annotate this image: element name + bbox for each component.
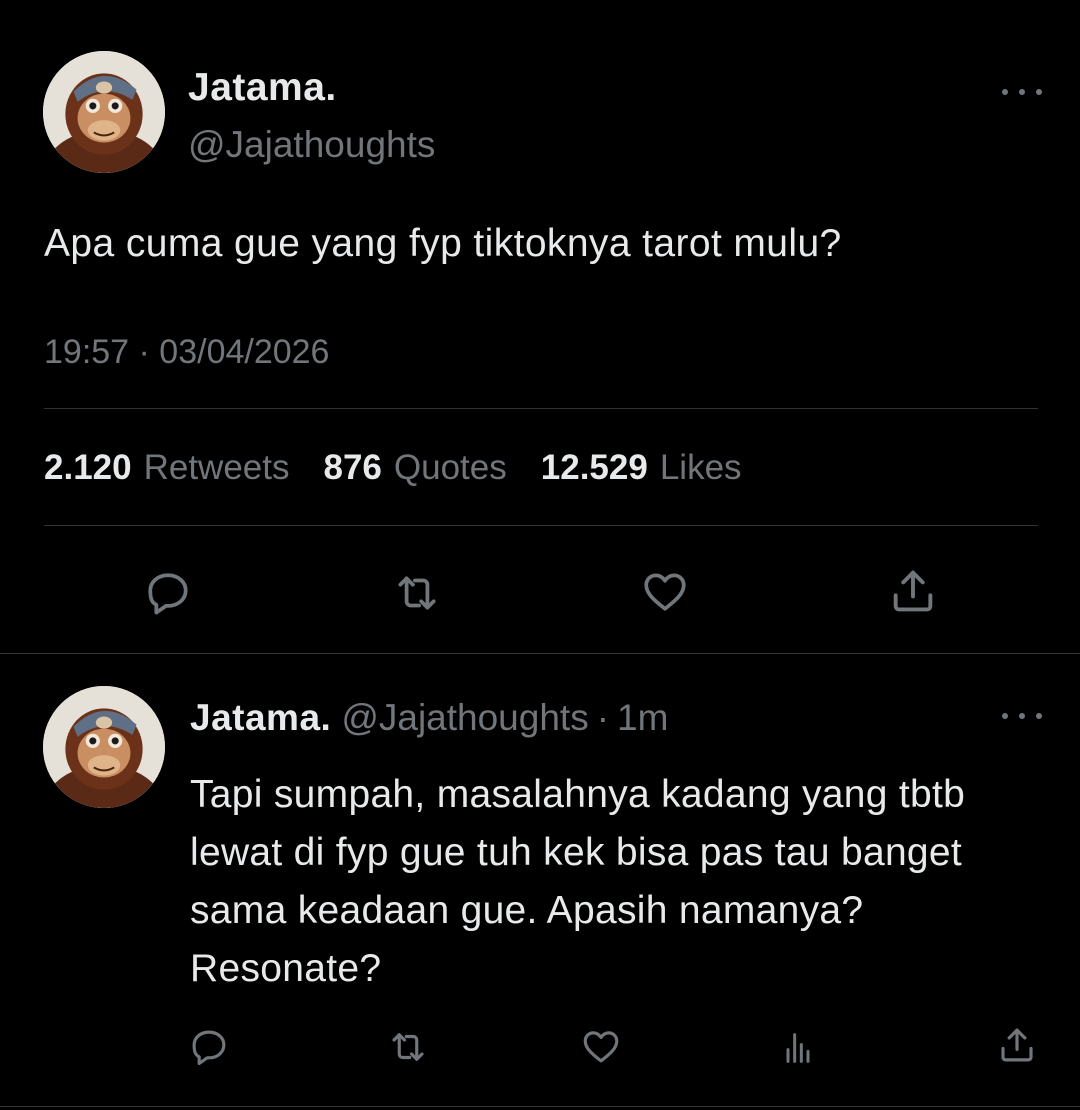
quotes-label: Quotes xyxy=(393,448,507,487)
tweet-separator xyxy=(0,653,1080,654)
reply-author-name[interactable]: Jatama. xyxy=(190,697,331,738)
share-icon xyxy=(893,570,933,612)
author-handle[interactable]: @Jajathoughts xyxy=(188,124,435,166)
analytics-icon xyxy=(786,1033,810,1063)
likes-count: 12.529 xyxy=(540,448,648,487)
more-dot-icon xyxy=(1002,713,1008,719)
retweet-button[interactable] xyxy=(387,565,447,621)
orangutan-avatar-image xyxy=(43,686,165,808)
retweet-icon xyxy=(392,1033,424,1061)
more-dot-icon xyxy=(1002,89,1008,95)
like-icon xyxy=(583,1031,619,1063)
author-name[interactable]: Jatama. xyxy=(188,66,337,110)
more-dot-icon xyxy=(1036,89,1042,95)
orangutan-avatar-image xyxy=(43,51,165,173)
reply-icon xyxy=(192,1030,226,1066)
tweet-stats: 2.120 Retweets 876 Quotes 12.529 Likes xyxy=(44,448,742,488)
retweets-count: 2.120 xyxy=(44,448,132,487)
reply-reply-button[interactable] xyxy=(186,1024,232,1070)
likes-label: Likes xyxy=(659,448,742,487)
quotes-count: 876 xyxy=(323,448,382,487)
reply-icon xyxy=(148,573,188,615)
more-dot-icon xyxy=(1036,713,1042,719)
reply-retweet-button[interactable] xyxy=(383,1024,433,1070)
reply-analytics-button[interactable] xyxy=(775,1025,821,1071)
like-icon xyxy=(644,573,686,611)
reply-time-ago[interactable]: 1m xyxy=(617,697,668,738)
reply-header: Jatama. @Jajathoughts · 1m xyxy=(190,697,668,739)
tweet-timestamp[interactable]: 19:57 · 03/04/2026 xyxy=(44,333,329,372)
likes-stat[interactable]: 12.529 Likes xyxy=(541,448,742,488)
bottom-separator xyxy=(0,1106,1080,1107)
reply-like-button[interactable] xyxy=(578,1023,624,1069)
author-avatar[interactable] xyxy=(43,51,165,173)
reply-text: Tapi sumpah, masalahnya kadang yang tbtb… xyxy=(190,773,966,990)
reply-share-button[interactable] xyxy=(994,1022,1040,1068)
reply-author-handle[interactable]: @Jajathoughts xyxy=(341,697,588,738)
more-options-button[interactable] xyxy=(1002,80,1042,104)
more-dot-icon xyxy=(1019,713,1025,719)
reply-separator: · xyxy=(596,697,610,738)
reply-more-options-button[interactable] xyxy=(1002,704,1042,728)
share-icon xyxy=(1001,1028,1033,1062)
divider xyxy=(44,525,1038,526)
share-button[interactable] xyxy=(884,563,942,619)
reply-author-avatar[interactable] xyxy=(43,686,165,808)
divider xyxy=(44,408,1038,409)
reply-button[interactable] xyxy=(140,565,196,621)
retweets-label: Retweets xyxy=(143,448,290,487)
quotes-stat[interactable]: 876 Quotes xyxy=(324,448,507,488)
more-dot-icon xyxy=(1019,89,1025,95)
tweet-text: Apa cuma gue yang fyp tiktoknya tarot mu… xyxy=(44,222,842,265)
like-button[interactable] xyxy=(636,563,694,619)
retweets-stat[interactable]: 2.120 Retweets xyxy=(44,448,290,488)
retweet-icon xyxy=(398,576,436,610)
